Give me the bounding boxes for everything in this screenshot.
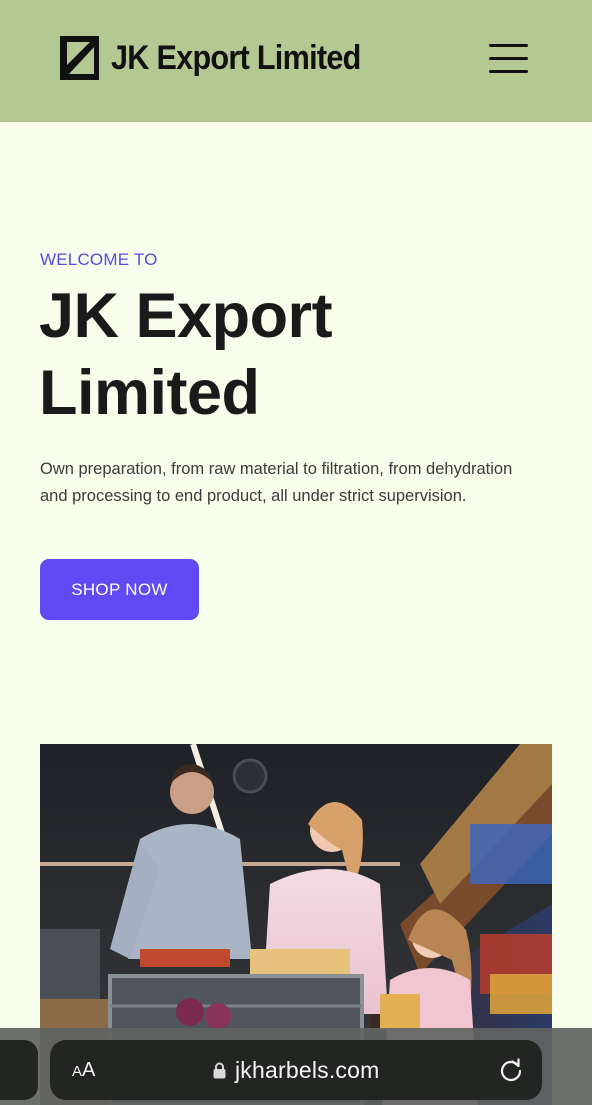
menu-line bbox=[489, 57, 528, 60]
url-text: jkharbels.com bbox=[235, 1056, 380, 1083]
menu-line bbox=[489, 44, 528, 47]
site-header: JK Export Limited bbox=[0, 0, 592, 122]
brand-name: JK Export Limited bbox=[111, 39, 361, 77]
lock-icon bbox=[213, 1062, 226, 1078]
hero-title: JK Export Limited bbox=[39, 281, 333, 428]
browser-toolbar: AA jkharbels.com bbox=[0, 1028, 592, 1105]
text-size-small-a: A bbox=[72, 1063, 83, 1080]
hamburger-menu-icon[interactable] bbox=[484, 40, 532, 78]
reload-icon[interactable] bbox=[498, 1057, 524, 1083]
hero-description: Own preparation, from raw material to fi… bbox=[40, 460, 513, 505]
previous-tab-stub[interactable] bbox=[0, 1040, 38, 1100]
brand-logo[interactable]: JK Export Limited bbox=[60, 36, 388, 80]
address-bar[interactable]: AA jkharbels.com bbox=[50, 1040, 542, 1100]
text-size-button[interactable]: AA bbox=[72, 1040, 95, 1100]
menu-line bbox=[489, 70, 528, 73]
text-size-large-a: A bbox=[82, 1059, 96, 1081]
shop-now-button[interactable]: SHOP NOW bbox=[40, 559, 199, 620]
url-display[interactable]: jkharbels.com bbox=[213, 1040, 380, 1100]
logo-mark-icon bbox=[60, 36, 99, 80]
hero-eyebrow: WELCOME TO bbox=[40, 250, 158, 269]
